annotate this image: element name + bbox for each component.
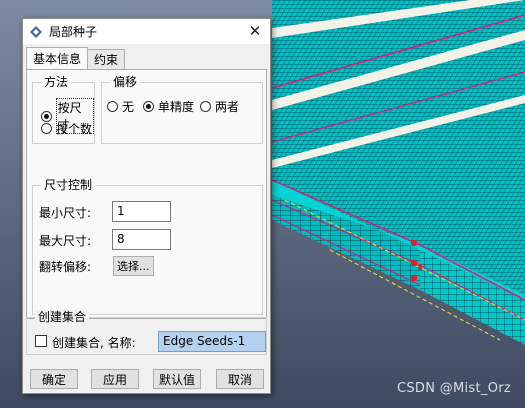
watermark: CSDN @Mist_Orz <box>397 381 511 396</box>
ok-button[interactable]: 确定 <box>30 369 78 389</box>
flip-bias-label: 翻转偏移: <box>39 260 92 274</box>
method-legend: 方法 <box>41 75 72 89</box>
radio-button[interactable] <box>107 101 118 112</box>
defaults-button[interactable]: 默认值 <box>153 369 201 389</box>
radio-button[interactable] <box>41 123 52 134</box>
bias-both-label: 两者 <box>215 100 240 114</box>
method-group: 方法 按尺寸 按个数 <box>32 75 95 144</box>
min-size-input[interactable]: 1 <box>112 201 171 222</box>
close-button[interactable]: ✕ <box>246 22 264 40</box>
create-set-group: 创建集合 创建集合, 名称: Edge Seeds-1 <box>26 310 267 355</box>
tab-basic-info[interactable]: 基本信息 <box>26 47 89 69</box>
max-size-label: 最大尺寸: <box>39 234 92 248</box>
size-control-group: 尺寸控制 最小尺寸: 1 最大尺寸: 8 翻转偏移: 选择... <box>32 178 263 315</box>
bias-none-radio[interactable]: 无 <box>107 98 134 115</box>
bias-single-radio[interactable]: 单精度 <box>143 98 194 115</box>
dialog-titlebar[interactable]: 局部种子 ✕ <box>23 19 270 44</box>
bias-both-radio[interactable]: 两者 <box>200 98 239 115</box>
create-set-label: 创建集合, 名称: <box>52 336 136 350</box>
method-by-count-label: 按个数 <box>56 122 93 136</box>
radio-button-checked[interactable] <box>143 101 154 112</box>
bias-none-label: 无 <box>122 100 135 114</box>
create-set-legend: 创建集合 <box>35 310 90 324</box>
dialog-title: 局部种子 <box>49 25 98 39</box>
min-size-label: 最小尺寸: <box>39 206 92 220</box>
bias-legend: 偏移 <box>110 75 141 89</box>
set-name-input[interactable]: Edge Seeds-1 <box>158 331 266 352</box>
tab-bar: 基本信息 约束 <box>26 47 126 70</box>
local-seeds-dialog: 局部种子 ✕ 基本信息 约束 方法 按尺寸 按个数 偏移 无 单精度 两者 尺寸… <box>22 18 271 394</box>
seed-icon <box>29 25 43 39</box>
max-size-input[interactable]: 8 <box>112 229 171 250</box>
bias-single-label: 单精度 <box>158 100 195 114</box>
close-icon: ✕ <box>248 22 262 40</box>
bias-group: 偏移 无 单精度 两者 <box>101 75 263 144</box>
tab-constraints[interactable]: 约束 <box>87 49 126 69</box>
basic-info-panel: 方法 按尺寸 按个数 偏移 无 单精度 两者 尺寸控制 最小尺寸: 1 最大尺寸… <box>26 69 267 319</box>
create-set-checkbox[interactable] <box>35 335 47 347</box>
select-button[interactable]: 选择... <box>113 256 154 276</box>
apply-button[interactable]: 应用 <box>91 369 139 389</box>
cancel-button[interactable]: 取消 <box>216 369 264 389</box>
method-by-count-radio[interactable]: 按个数 <box>41 120 92 137</box>
size-control-legend: 尺寸控制 <box>41 178 96 192</box>
radio-button[interactable] <box>200 101 211 112</box>
